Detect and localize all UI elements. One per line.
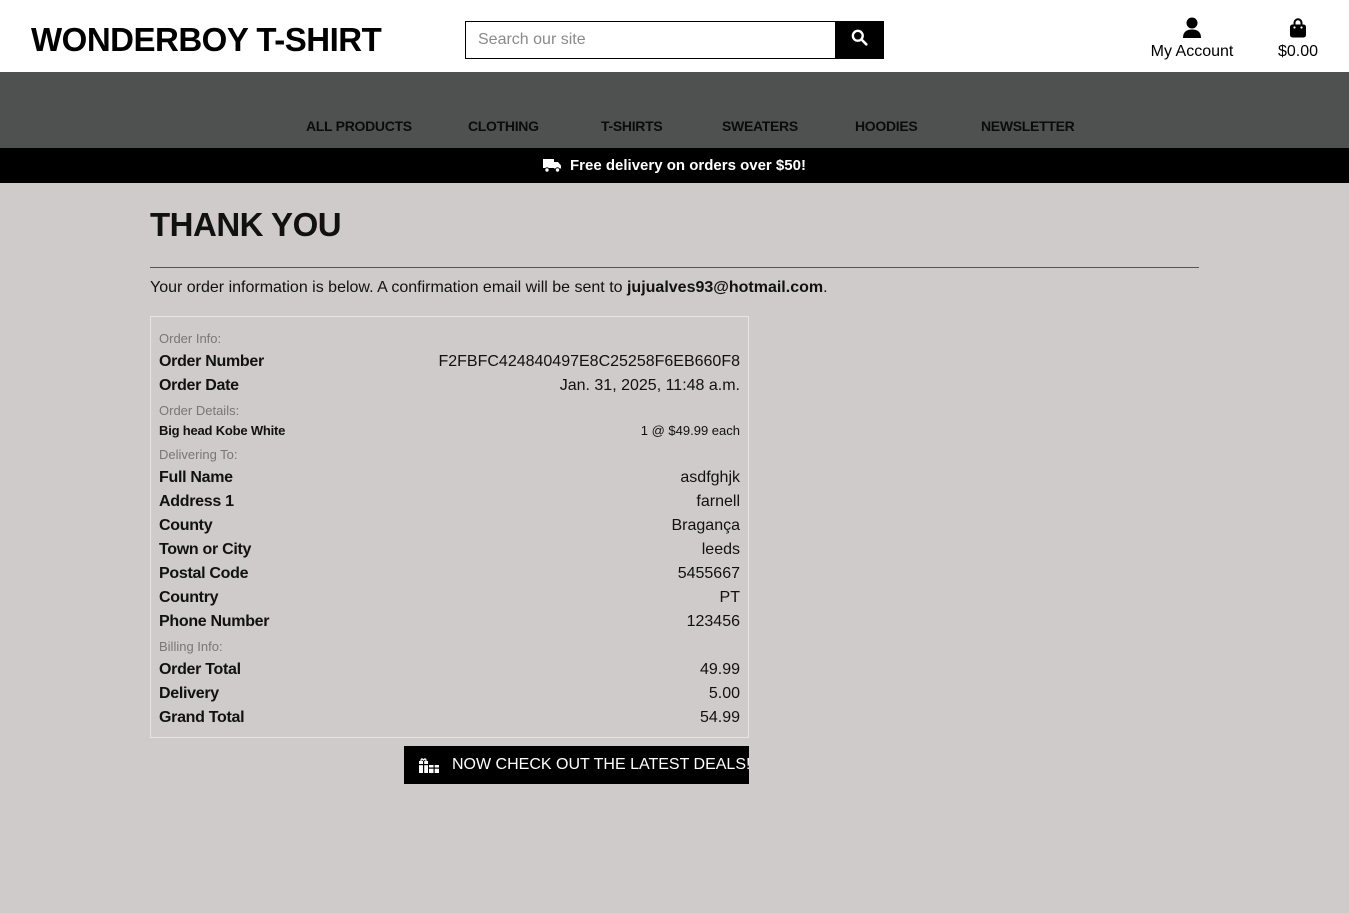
grand-total-label: Grand Total bbox=[159, 709, 245, 726]
search-button[interactable] bbox=[835, 21, 884, 59]
confirmation-email: jujualves93@hotmail.com bbox=[626, 279, 824, 296]
confirmation-end: . bbox=[823, 279, 828, 296]
country-value: PT bbox=[719, 589, 740, 606]
latest-deals-label: NOW CHECK OUT THE LATEST DEALS! bbox=[452, 756, 751, 773]
delivery-value: 5.00 bbox=[708, 685, 740, 702]
order-info-heading: Order Info: bbox=[159, 331, 222, 346]
order-item-name: Big head Kobe White bbox=[159, 423, 286, 438]
main-nav: ALL PRODUCTS CLOTHING T-SHIRTS SWEATERS … bbox=[0, 72, 1349, 148]
order-number-label: Order Number bbox=[159, 353, 264, 370]
country-label: Country bbox=[159, 589, 219, 606]
delivery-banner: Free delivery on orders over $50! bbox=[0, 148, 1349, 183]
order-summary: Order Info: Order Number F2FBFC424840497… bbox=[150, 316, 749, 738]
user-icon bbox=[1146, 16, 1238, 40]
town-label: Town or City bbox=[159, 541, 252, 558]
gifts-icon bbox=[418, 757, 440, 774]
nav-hoodies[interactable]: HOODIES bbox=[855, 118, 918, 134]
grand-total-value: 54.99 bbox=[699, 709, 740, 726]
search-form bbox=[465, 21, 884, 59]
search-icon bbox=[851, 29, 868, 51]
nav-sweaters[interactable]: SWEATERS bbox=[722, 118, 798, 134]
full-name-value: asdfghjk bbox=[680, 469, 740, 486]
nav-all-products[interactable]: ALL PRODUCTS bbox=[306, 118, 412, 134]
postal-code-label: Postal Code bbox=[159, 565, 249, 582]
delivery-label: Delivery bbox=[159, 685, 219, 702]
billing-info-heading: Billing Info: bbox=[159, 639, 223, 654]
order-item-quantity: 1 @ $49.99 each bbox=[640, 423, 740, 438]
address1-value: farnell bbox=[696, 493, 740, 510]
county-label: County bbox=[159, 517, 213, 534]
phone-label: Phone Number bbox=[159, 613, 270, 630]
title-divider bbox=[150, 267, 1199, 268]
truck-icon bbox=[543, 158, 562, 173]
latest-deals-button[interactable]: NOW CHECK OUT THE LATEST DEALS! bbox=[404, 746, 751, 784]
page-title: THANK YOU bbox=[150, 206, 342, 243]
search-input[interactable] bbox=[465, 21, 835, 59]
full-name-label: Full Name bbox=[159, 469, 233, 486]
shopping-bag-icon bbox=[1270, 16, 1326, 40]
brand-logo[interactable]: WONDERBOY T-SHIRT bbox=[31, 20, 382, 60]
nav-t-shirts[interactable]: T-SHIRTS bbox=[601, 118, 663, 134]
county-value: Bragança bbox=[671, 517, 741, 534]
order-number-value: F2FBFC424840497E8C25258F6EB660F8 bbox=[438, 353, 740, 370]
nav-clothing[interactable]: CLOTHING bbox=[468, 118, 539, 134]
delivery-banner-text: Free delivery on orders over $50! bbox=[570, 157, 806, 174]
town-value: leeds bbox=[701, 541, 740, 558]
bag-total: $0.00 bbox=[1277, 43, 1319, 60]
my-account-link[interactable]: My Account bbox=[1146, 16, 1238, 62]
site-header: WONDERBOY T-SHIRT My Account $0.00 bbox=[0, 0, 1349, 72]
my-account-label: My Account bbox=[1150, 43, 1234, 60]
order-total-value: 49.99 bbox=[699, 661, 740, 678]
order-date-value: Jan. 31, 2025, 11:48 a.m. bbox=[559, 377, 740, 394]
address1-label: Address 1 bbox=[159, 493, 234, 510]
confirmation-message: Your order information is below. A confi… bbox=[150, 278, 828, 298]
postal-code-value: 5455667 bbox=[677, 565, 740, 582]
order-details-heading: Order Details: bbox=[159, 403, 240, 418]
phone-value: 123456 bbox=[686, 613, 740, 630]
order-total-label: Order Total bbox=[159, 661, 241, 678]
confirmation-text: Your order information is below. A confi… bbox=[150, 279, 627, 296]
nav-newsletter[interactable]: NEWSLETTER bbox=[981, 118, 1075, 134]
shopping-bag-link[interactable]: $0.00 bbox=[1270, 16, 1326, 62]
order-date-label: Order Date bbox=[159, 377, 239, 394]
delivering-to-heading: Delivering To: bbox=[159, 447, 238, 462]
